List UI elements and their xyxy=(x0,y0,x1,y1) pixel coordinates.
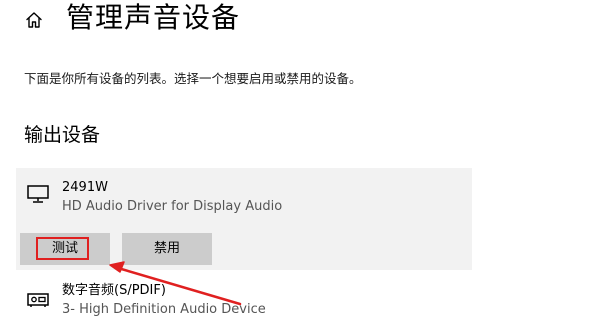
page-title: 管理声音设备 xyxy=(66,1,241,34)
disable-button[interactable]: 禁用 xyxy=(122,233,212,265)
test-button[interactable]: 测试 xyxy=(20,233,110,265)
test-button-label: 测试 xyxy=(51,241,78,256)
monitor-icon xyxy=(26,182,50,206)
output-devices-heading: 输出设备 xyxy=(24,124,101,146)
disable-button-label: 禁用 xyxy=(153,241,180,256)
page-description: 下面是你所有设备的列表。选择一个想要启用或禁用的设备。 xyxy=(24,71,362,86)
device-driver: 3- High Definition Audio Device xyxy=(62,302,266,317)
home-icon[interactable] xyxy=(24,10,44,30)
manage-sound-devices-page: 管理声音设备 下面是你所有设备的列表。选择一个想要启用或禁用的设备。 输出设备 … xyxy=(0,0,600,326)
device-card-spdif[interactable]: 数字音频(S/PDIF) 3- High Definition Audio De… xyxy=(16,282,472,326)
device-name: 2491W xyxy=(62,180,108,195)
spdif-port-icon xyxy=(26,288,50,312)
device-card-2491w[interactable]: 2491W HD Audio Driver for Display Audio … xyxy=(16,168,472,270)
annotation-arrow xyxy=(109,261,242,306)
device-name: 数字音频(S/PDIF) xyxy=(62,283,166,298)
device-driver: HD Audio Driver for Display Audio xyxy=(62,199,283,214)
